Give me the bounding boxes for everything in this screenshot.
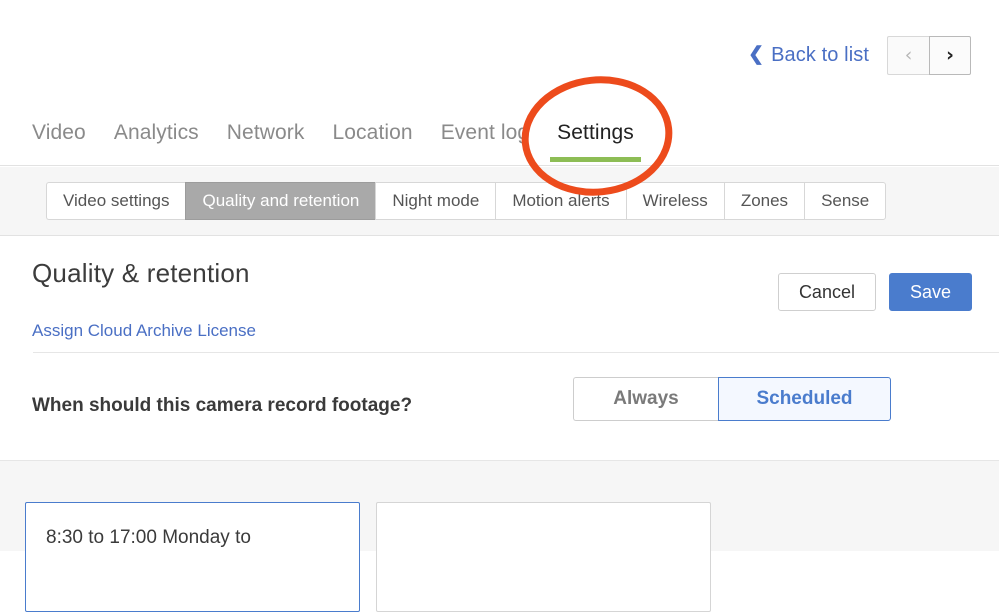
chevron-right-icon: › bbox=[946, 44, 954, 66]
assign-cloud-archive-license-link[interactable]: Assign Cloud Archive License bbox=[32, 321, 256, 341]
previous-camera-button[interactable]: ‹ bbox=[887, 36, 929, 75]
main-tab-bar: Video Analytics Network Location Event l… bbox=[0, 110, 999, 166]
record-schedule-setting-row: When should this camera record footage? … bbox=[0, 353, 999, 460]
record-footage-question-label: When should this camera record footage? bbox=[32, 395, 413, 416]
top-bar: ❮ Back to list ‹ › bbox=[0, 0, 999, 110]
action-buttons: Cancel Save bbox=[777, 273, 972, 311]
chevron-left-icon: ❮ bbox=[748, 44, 765, 65]
tab-analytics[interactable]: Analytics bbox=[100, 110, 213, 145]
schedule-card[interactable] bbox=[376, 502, 711, 612]
sub-tab-group: Video settings Quality and retention Nig… bbox=[46, 182, 887, 220]
subtab-quality-and-retention[interactable]: Quality and retention bbox=[185, 182, 376, 220]
tab-event-log[interactable]: Event log bbox=[427, 110, 543, 145]
tab-video[interactable]: Video bbox=[18, 110, 100, 145]
schedule-card-text: 8:30 to 17:00 Monday to bbox=[46, 527, 251, 548]
page-title: Quality & retention bbox=[32, 258, 250, 288]
back-to-list-link[interactable]: ❮ Back to list bbox=[748, 44, 869, 67]
schedule-card[interactable]: 8:30 to 17:00 Monday to bbox=[25, 502, 360, 612]
schedule-card-list: 8:30 to 17:00 Monday to bbox=[25, 502, 711, 612]
subtab-sense[interactable]: Sense bbox=[804, 182, 887, 220]
page-header: Quality & retention Assign Cloud Archive… bbox=[0, 236, 999, 353]
record-mode-scheduled-option[interactable]: Scheduled bbox=[718, 377, 891, 421]
subtab-night-mode[interactable]: Night mode bbox=[375, 182, 496, 220]
tab-settings[interactable]: Settings bbox=[543, 110, 648, 162]
subtab-zones[interactable]: Zones bbox=[723, 182, 805, 220]
save-button[interactable]: Save bbox=[888, 273, 972, 311]
chevron-left-icon: ‹ bbox=[904, 44, 913, 66]
pager-button-group: ‹ › bbox=[887, 36, 971, 75]
next-camera-button[interactable]: › bbox=[929, 36, 971, 75]
sub-tab-bar: Video settings Quality and retention Nig… bbox=[0, 167, 999, 236]
schedule-cards-area: 8:30 to 17:00 Monday to bbox=[0, 460, 999, 612]
record-mode-always-option[interactable]: Always bbox=[573, 377, 718, 421]
subtab-motion-alerts[interactable]: Motion alerts bbox=[495, 182, 626, 220]
header-navigation: ❮ Back to list ‹ › bbox=[748, 36, 971, 75]
subtab-video-settings[interactable]: Video settings bbox=[46, 182, 186, 220]
record-mode-toggle-group: Always Scheduled bbox=[573, 377, 891, 421]
cancel-button[interactable]: Cancel bbox=[777, 273, 876, 311]
back-to-list-label: Back to list bbox=[771, 44, 869, 66]
tab-network[interactable]: Network bbox=[213, 110, 319, 145]
subtab-wireless[interactable]: Wireless bbox=[625, 182, 724, 220]
settings-content: Quality & retention Assign Cloud Archive… bbox=[0, 236, 999, 612]
tab-location[interactable]: Location bbox=[319, 110, 427, 145]
